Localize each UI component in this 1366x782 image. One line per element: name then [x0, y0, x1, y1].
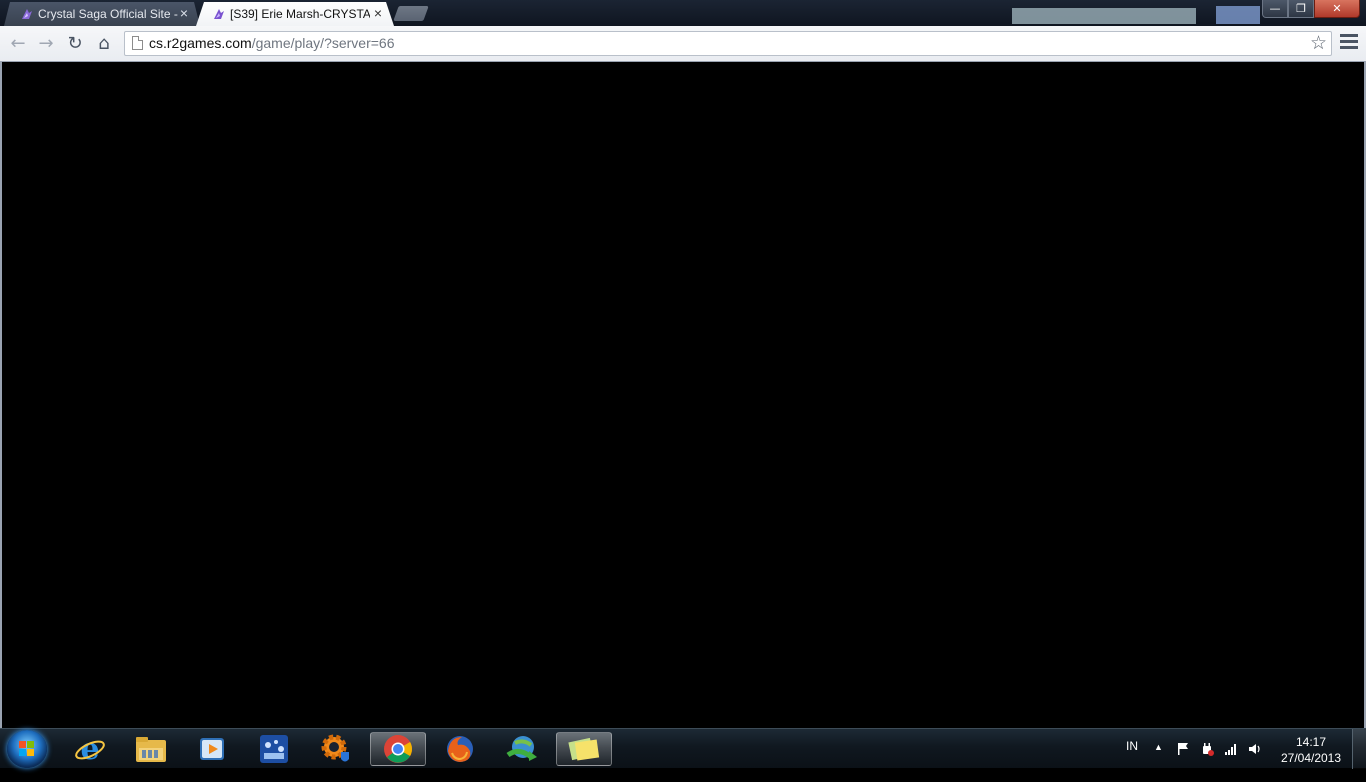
firefox-icon[interactable] — [432, 732, 488, 766]
windows-explorer-icon[interactable] — [123, 732, 179, 766]
chrome-menu-icon[interactable] — [1340, 34, 1358, 50]
tab-close-icon[interactable]: × — [180, 5, 188, 21]
movie-maker-icon[interactable] — [246, 732, 302, 766]
media-player-icon[interactable] — [184, 732, 240, 766]
url-host: cs.r2games.com — [149, 35, 252, 51]
bookmark-star-icon[interactable]: ☆ — [1310, 32, 1327, 55]
forward-arrow-icon[interactable]: → — [36, 34, 56, 54]
minimize-button[interactable]: — — [1262, 0, 1288, 18]
show-hidden-icons-icon[interactable]: ▲ — [1154, 742, 1163, 782]
tab-erie-marsh-crystal[interactable]: [S39] Erie Marsh-CRYSTAL × — [196, 2, 394, 26]
language-indicator[interactable]: IN — [1126, 739, 1138, 779]
windows-logo-icon — [19, 741, 35, 757]
download-manager-icon[interactable] — [494, 732, 550, 766]
browser-toolbar: ← → ↻ ⌂ cs.r2games.com/game/play/?server… — [0, 26, 1366, 62]
game-canvas[interactable] — [0, 62, 1366, 728]
crystal-saga-favicon — [212, 7, 226, 21]
new-tab-button[interactable] — [393, 6, 429, 21]
clock-time: 14:17 — [1295, 735, 1327, 749]
power-plug-icon[interactable] — [1200, 742, 1214, 756]
reload-icon[interactable]: ↻ — [65, 34, 85, 54]
url-path: /game/play/?server=66 — [251, 35, 395, 51]
crystal-saga-favicon — [20, 7, 34, 21]
network-signal-icon[interactable] — [1224, 742, 1238, 756]
home-icon[interactable]: ⌂ — [94, 34, 114, 54]
tab-title: Crystal Saga Official Site - — [38, 7, 178, 21]
blurred-region — [1012, 8, 1196, 24]
browser-tab-strip: Crystal Saga Official Site - × [S39] Eri… — [0, 0, 1366, 26]
action-center-flag-icon[interactable] — [1176, 742, 1190, 756]
address-bar[interactable]: cs.r2games.com/game/play/?server=66 ☆ — [124, 31, 1332, 56]
internet-explorer-icon[interactable]: e — [62, 732, 118, 766]
window-controls: — ❐ ✕ — [1262, 0, 1360, 18]
tab-title: [S39] Erie Marsh-CRYSTAL — [230, 7, 370, 21]
maximize-button[interactable]: ❐ — [1288, 0, 1314, 18]
clock-date: 27/04/2013 — [1280, 751, 1342, 765]
blurred-region — [1216, 6, 1260, 24]
tab-close-icon[interactable]: × — [374, 5, 382, 21]
show-desktop-button[interactable] — [1352, 729, 1366, 769]
chrome-icon[interactable] — [370, 732, 426, 766]
svg-text:e: e — [80, 733, 99, 765]
sticky-notes-icon[interactable] — [556, 732, 612, 766]
volume-speaker-icon[interactable] — [1248, 742, 1262, 756]
close-window-button[interactable]: ✕ — [1314, 0, 1360, 18]
tab-crystal-saga-official-site[interactable]: Crystal Saga Official Site - × — [4, 2, 200, 26]
system-tool-icon[interactable] — [308, 732, 364, 766]
back-arrow-icon[interactable]: ← — [8, 34, 28, 54]
windows-taskbar: e IN ▲ 14:17 27/04/2013 — [0, 728, 1366, 769]
page-icon — [132, 36, 143, 50]
start-button[interactable] — [7, 730, 47, 768]
system-clock[interactable]: 14:17 27/04/2013 — [1276, 734, 1346, 766]
